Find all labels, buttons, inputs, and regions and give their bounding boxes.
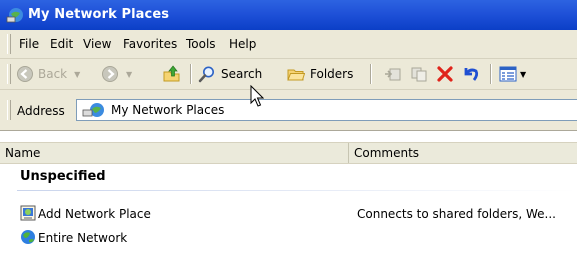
views-dropdown-icon[interactable]: ▼ — [520, 70, 526, 79]
list-item[interactable]: Add Network Place Connects to shared fol… — [0, 204, 577, 224]
menu-view[interactable]: View — [83, 37, 111, 51]
search-label: Search — [221, 67, 263, 81]
forward-button[interactable]: ▼ — [101, 63, 132, 85]
move-to-icon — [385, 68, 401, 81]
item-name: Entire Network — [38, 231, 128, 245]
delete-x-icon — [437, 66, 453, 82]
globe-icon — [21, 230, 35, 244]
folders-label: Folders — [310, 67, 354, 81]
address-bar-grip[interactable] — [7, 100, 11, 120]
forward-arrow-icon — [102, 66, 118, 82]
column-header-name-label: Name — [5, 146, 41, 160]
search-icon — [198, 66, 214, 83]
copy-to-button[interactable] — [410, 63, 428, 85]
menu-file[interactable]: File — [19, 37, 39, 51]
delete-button[interactable] — [436, 63, 454, 85]
toolbar-grip[interactable] — [7, 64, 11, 84]
views-icon — [499, 66, 517, 82]
list-item[interactable]: Entire Network — [0, 228, 577, 248]
toolbar-separator — [370, 64, 372, 84]
group-header: Unspecified — [20, 169, 106, 184]
title-bar[interactable]: My Network Places — [0, 0, 577, 30]
address-label: Address — [17, 104, 65, 118]
add-network-place-icon — [20, 205, 36, 221]
up-folder-button[interactable] — [162, 63, 182, 85]
toolbar-separator — [190, 64, 192, 84]
folders-icon — [287, 69, 305, 81]
move-to-button[interactable] — [384, 63, 402, 85]
column-header-comments-label: Comments — [354, 146, 420, 160]
back-arrow-icon — [17, 66, 33, 82]
list-header: Name Comments — [0, 142, 577, 164]
undo-icon — [464, 68, 479, 81]
folders-button[interactable]: Folders — [287, 63, 353, 85]
views-button[interactable]: ▼ — [499, 63, 526, 85]
menu-bar-grip[interactable] — [7, 34, 11, 54]
item-name: Add Network Place — [38, 207, 151, 221]
undo-button[interactable] — [462, 63, 480, 85]
address-value: My Network Places — [111, 103, 225, 117]
menu-help[interactable]: Help — [229, 37, 256, 51]
group-divider — [17, 190, 577, 191]
toolbar-separator — [490, 64, 492, 84]
menu-edit[interactable]: Edit — [50, 37, 73, 51]
mouse-cursor-icon — [250, 85, 264, 107]
window-title: My Network Places — [28, 7, 170, 22]
menu-bar: File Edit View Favorites Tools Help — [0, 30, 577, 59]
back-button[interactable]: Back ▼ — [16, 63, 80, 85]
back-label: Back — [38, 67, 68, 81]
standard-toolbar: Back ▼ ▼ Search Folders ▼ — [0, 59, 577, 90]
column-header-comments[interactable]: Comments — [349, 143, 577, 163]
menu-tools[interactable]: Tools — [186, 37, 216, 51]
column-header-name[interactable]: Name — [0, 143, 349, 163]
address-bar: Address My Network Places — [0, 90, 577, 131]
network-places-icon — [6, 8, 23, 23]
up-folder-icon — [163, 65, 180, 82]
network-places-icon — [82, 103, 104, 117]
search-button[interactable]: Search — [198, 63, 262, 85]
forward-dropdown-icon[interactable]: ▼ — [126, 70, 132, 79]
back-dropdown-icon[interactable]: ▼ — [74, 70, 80, 79]
menu-favorites[interactable]: Favorites — [123, 37, 177, 51]
copy-to-icon — [411, 67, 427, 82]
address-input[interactable]: My Network Places — [76, 99, 577, 121]
item-comment: Connects to shared folders, We... — [357, 207, 556, 221]
